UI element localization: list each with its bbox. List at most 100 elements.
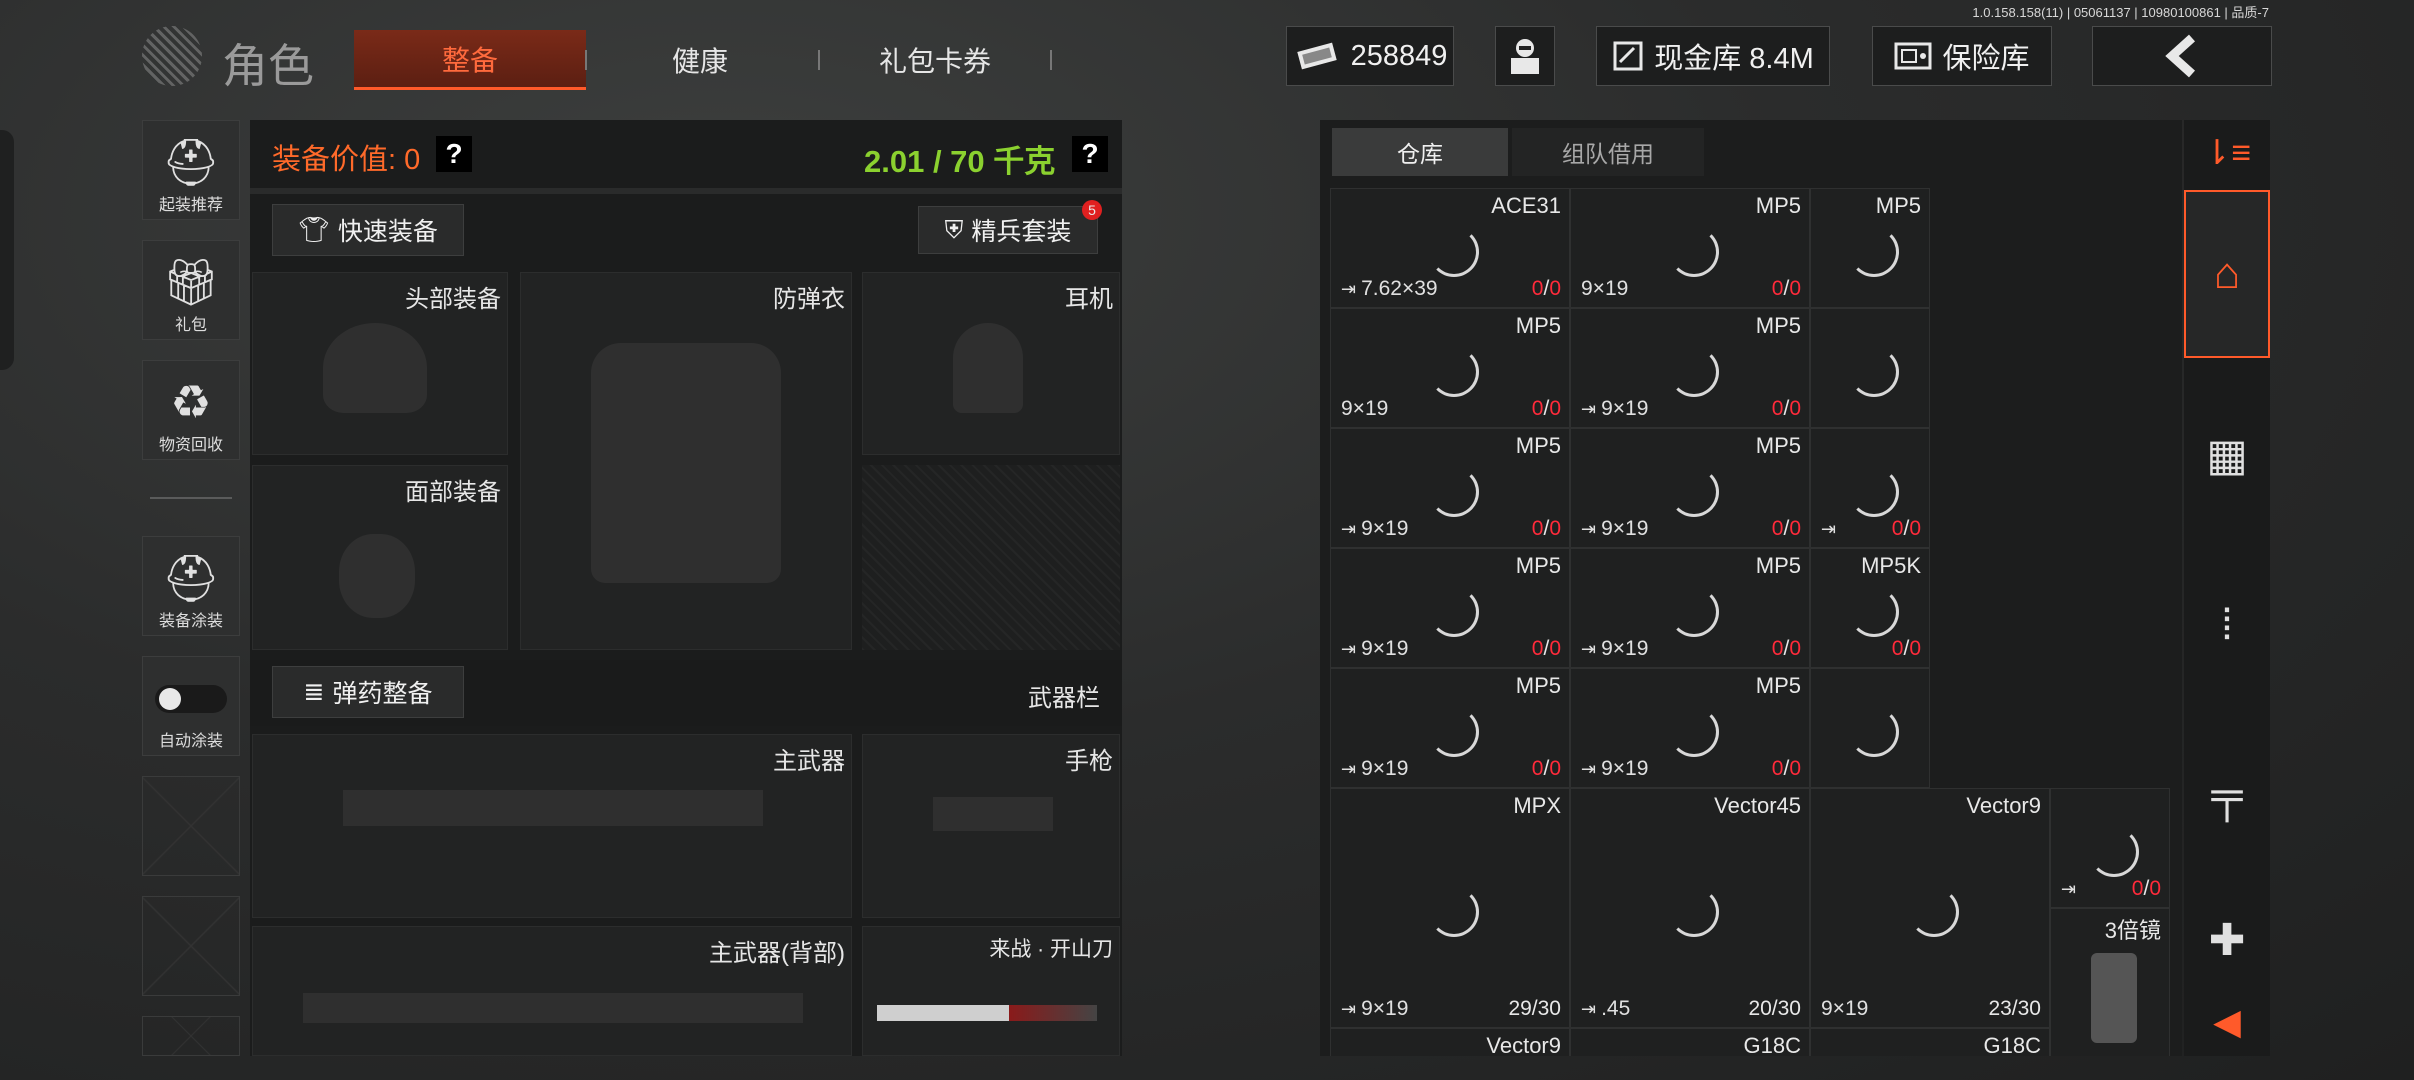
agent-portrait-icon bbox=[1503, 34, 1547, 78]
warehouse-item[interactable]: MP5 ⇥ 9×19 0/0 bbox=[1330, 548, 1570, 668]
safe-label: 保险库 bbox=[1942, 43, 2030, 75]
extract-arrow-icon: ⇥ bbox=[1341, 519, 1362, 539]
tab-equip[interactable]: 整备 bbox=[354, 30, 586, 90]
item-name: G18C bbox=[1983, 1033, 2041, 1056]
money-display[interactable]: 258849 bbox=[1286, 26, 1454, 86]
warehouse-item[interactable] bbox=[1810, 308, 1930, 428]
caliber-text: 9×19 bbox=[1361, 997, 1409, 1020]
rail-label: 物资回收 bbox=[158, 437, 223, 454]
equipment-skin-button[interactable]: ⛑ 装备涂装 bbox=[142, 536, 240, 636]
item-count: 0/0 bbox=[1891, 637, 1921, 660]
quick-equip-label: 快速装备 bbox=[337, 218, 438, 246]
scope-item[interactable]: 3倍镜 bbox=[2050, 908, 2170, 1056]
loadout-recommend-button[interactable]: ⛑ 起装推荐 bbox=[142, 120, 240, 220]
auto-skin-toggle[interactable] bbox=[155, 685, 227, 713]
warehouse-item[interactable]: MP5K 0/0 bbox=[1810, 548, 1930, 668]
item-count: 0/0 bbox=[1771, 397, 1801, 420]
box-category-icon[interactable]: ▦ bbox=[2184, 380, 2270, 530]
warehouse-item[interactable]: MP5 ⇥ 9×19 0/0 bbox=[1570, 428, 1810, 548]
warehouse-item[interactable]: MP5 ⇥ 9×19 0/0 bbox=[1570, 668, 1810, 788]
gift-pack-button[interactable]: 🎁︎ 礼包 bbox=[142, 240, 240, 340]
home-category-icon[interactable]: ⌂ bbox=[2184, 190, 2270, 358]
armor-slot[interactable]: 防弹衣 bbox=[520, 272, 852, 650]
loading-spinner-icon bbox=[1669, 887, 1719, 937]
warehouse-item[interactable]: G18C bbox=[1570, 1028, 1810, 1056]
extract-arrow-icon: ⇥ bbox=[1341, 759, 1362, 779]
item-caliber: ⇥ 9×19 bbox=[1581, 517, 1648, 541]
loading-spinner-icon bbox=[1849, 587, 1899, 637]
tab-divider bbox=[1050, 50, 1052, 70]
warehouse-item[interactable]: MP5 9×19 0/0 bbox=[1570, 188, 1810, 308]
rail-label: 装备涂装 bbox=[158, 613, 223, 630]
earphone-slot[interactable]: 耳机 bbox=[862, 272, 1120, 455]
safe-button[interactable]: 保险库 bbox=[1872, 26, 2052, 86]
warehouse-item[interactable]: MPX ⇥ 9×19 29/30 bbox=[1330, 788, 1570, 1028]
warehouse-item[interactable]: G18C bbox=[1810, 1028, 2050, 1056]
item-count: 0/0 bbox=[2131, 877, 2161, 900]
warehouse-item[interactable]: MP5 ⇥ 9×19 0/0 bbox=[1330, 668, 1570, 788]
warehouse-item[interactable]: MP5 ⇥ 9×19 0/0 bbox=[1330, 428, 1570, 548]
quick-equip-button[interactable]: 👕︎ 快速装备 bbox=[272, 204, 464, 256]
globe-logo-icon bbox=[142, 26, 202, 86]
warehouse-grid: ACE31 ⇥ 7.62×39 0/0 MP5 9×19 0/0 MP5 MP5 9×19 0/0… bbox=[1330, 188, 2172, 1056]
value-help-button[interactable]: ? bbox=[436, 136, 472, 172]
back-button[interactable] bbox=[2092, 26, 2272, 86]
warehouse-item[interactable]: ACE31 ⇥ 7.62×39 0/0 bbox=[1330, 188, 1570, 308]
rail-label: 礼包 bbox=[174, 317, 207, 334]
item-name: Vector9 bbox=[1966, 793, 2041, 818]
slot-label: 防弹衣 bbox=[773, 286, 845, 313]
elite-set-button[interactable]: ⛨ 精兵套装 bbox=[918, 206, 1098, 254]
loading-spinner-icon bbox=[1429, 587, 1479, 637]
loading-spinner-icon bbox=[1669, 467, 1719, 517]
shirt-icon: 👕︎ bbox=[298, 215, 330, 244]
item-name: ACE31 bbox=[1491, 193, 1561, 218]
agent-button[interactable] bbox=[1495, 26, 1555, 86]
warehouse-item[interactable] bbox=[1810, 668, 1930, 788]
warehouse-item[interactable]: Vector45 ⇥ .45 20/30 bbox=[1570, 788, 1810, 1028]
ammo-list-icon: ≣ bbox=[303, 678, 325, 706]
head-slot[interactable]: 头部装备 bbox=[252, 272, 508, 455]
loading-spinner-icon bbox=[1849, 227, 1899, 277]
tab-team-borrow[interactable]: 组队借用 bbox=[1512, 128, 1704, 176]
supply-recycle-button[interactable]: ♻ 物资回收 bbox=[142, 360, 240, 460]
medkit-category-icon[interactable]: ✚ bbox=[2184, 890, 2270, 990]
loading-spinner-icon bbox=[1669, 227, 1719, 277]
warehouse-item[interactable]: MP5 ⇥ 9×19 0/0 bbox=[1570, 548, 1810, 668]
primary-weapon-slot[interactable]: 主武器 bbox=[252, 734, 852, 918]
version-text: 1.0.158.158(11) | 05061137 | 10980100861… bbox=[1972, 5, 2269, 20]
item-caliber: ⇥ 9×19 bbox=[1341, 517, 1408, 541]
tab-warehouse[interactable]: 仓库 bbox=[1332, 128, 1508, 176]
item-caliber: 9×19 bbox=[1581, 277, 1628, 301]
ammo-category-icon[interactable]: ⁞ bbox=[2184, 550, 2270, 700]
sort-icon[interactable]: ⇂≡ bbox=[2184, 124, 2270, 182]
warehouse-item[interactable]: Vector9 9×19 23/30 bbox=[1810, 788, 2050, 1028]
loading-spinner-icon bbox=[1669, 347, 1719, 397]
item-caliber: ⇥ 9×19 bbox=[1581, 637, 1648, 661]
warehouse-item[interactable]: MP5 bbox=[1810, 188, 1930, 308]
warehouse-item[interactable]: MP5 9×19 0/0 bbox=[1330, 308, 1570, 428]
warehouse-item[interactable]: ⇥ 0/0 bbox=[1810, 428, 1930, 548]
warehouse-item[interactable]: MP5 ⇥ 9×19 0/0 bbox=[1570, 308, 1810, 428]
face-slot[interactable]: 面部装备 bbox=[252, 465, 508, 650]
gun-category-icon[interactable]: ╤ bbox=[2184, 720, 2270, 870]
melee-slot[interactable]: 来战 · 开山刀 bbox=[862, 926, 1120, 1056]
panel-divider bbox=[250, 188, 1122, 194]
ammo-prep-button[interactable]: ≣ 弹药整备 bbox=[272, 666, 464, 718]
loading-spinner-icon bbox=[1429, 227, 1479, 277]
pistol-slot[interactable]: 手枪 bbox=[862, 734, 1120, 918]
tab-gift-cards[interactable]: 礼包卡券 bbox=[820, 30, 1050, 90]
warehouse-item[interactable]: ⇥ 0/0 bbox=[2050, 788, 2170, 908]
weight-help-button[interactable]: ? bbox=[1072, 136, 1108, 172]
collapse-arrow-icon[interactable]: ◀ bbox=[2184, 994, 2270, 1050]
primary-back-slot[interactable]: 主武器(背部) bbox=[252, 926, 852, 1056]
cash-vault-button[interactable]: 现金库 8.4M bbox=[1596, 26, 1830, 86]
safe-icon bbox=[1894, 41, 1932, 71]
vault-card-icon bbox=[1612, 40, 1644, 72]
machete-icon bbox=[877, 1005, 1097, 1021]
headset-icon bbox=[953, 323, 1023, 413]
warehouse-item[interactable]: Vector9 bbox=[1330, 1028, 1570, 1056]
extract-arrow-icon: ⇥ bbox=[1341, 279, 1362, 299]
item-name: MP5 bbox=[1875, 193, 1921, 218]
tab-health[interactable]: 健康 bbox=[586, 30, 814, 90]
caliber-text: 9×19 bbox=[1361, 517, 1409, 540]
